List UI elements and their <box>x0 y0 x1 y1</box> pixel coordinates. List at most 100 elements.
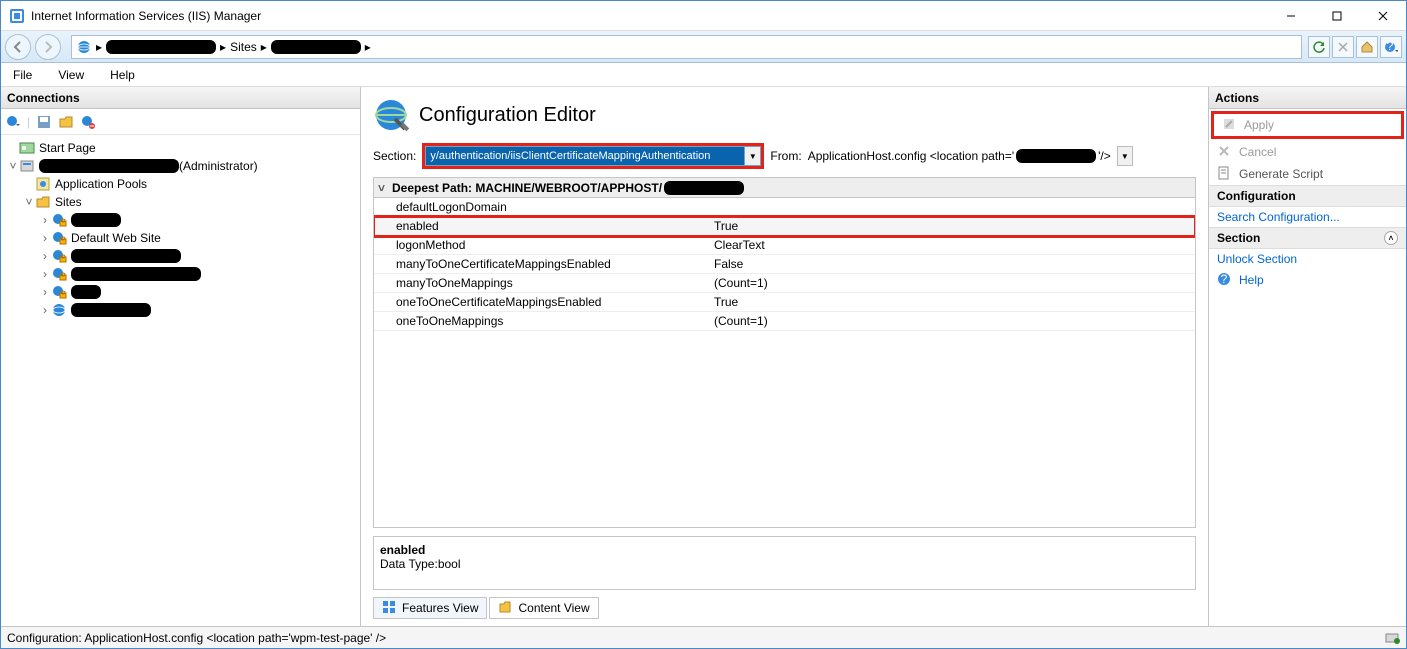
breadcrumb-sites[interactable]: Sites <box>230 40 257 54</box>
property-value[interactable]: ClearText <box>710 238 1195 252</box>
twisty-icon[interactable]: ˅ <box>378 181 392 195</box>
tree-label: Application Pools <box>55 177 147 191</box>
tree-site-redacted <box>71 285 101 299</box>
twisty-icon[interactable]: › <box>39 213 51 227</box>
property-value[interactable]: False <box>710 257 1195 271</box>
section-group: Section ˄ <box>1209 227 1406 249</box>
forward-button[interactable] <box>35 34 61 60</box>
twisty-icon[interactable]: › <box>39 249 51 263</box>
from-value-suffix: '/> <box>1098 149 1111 163</box>
home-button[interactable] <box>1356 36 1378 58</box>
chevron-down-icon[interactable]: ▼ <box>1117 146 1133 166</box>
content-panel: Configuration Editor Section: y/authenti… <box>361 87 1208 626</box>
twisty-icon[interactable]: › <box>39 267 51 281</box>
property-value[interactable]: True <box>710 295 1195 309</box>
menu-help[interactable]: Help <box>106 66 139 84</box>
unlock-section-action[interactable]: Unlock Section <box>1209 249 1406 269</box>
globe-lock-icon <box>51 266 67 282</box>
features-icon <box>382 600 398 616</box>
property-row[interactable]: manyToOneCertificateMappingsEnabledFalse <box>374 255 1195 274</box>
back-button[interactable] <box>5 34 31 60</box>
tree-site-item[interactable]: › <box>1 211 360 229</box>
group-label: Section <box>1217 231 1260 245</box>
property-row[interactable]: manyToOneMappings(Count=1) <box>374 274 1195 293</box>
status-icon <box>1384 630 1400 646</box>
property-value[interactable]: True <box>710 219 1195 233</box>
connections-tree[interactable]: Start Page ˅ (Administrator) Application… <box>1 135 360 626</box>
breadcrumb-sep: ▸ <box>261 40 267 54</box>
tree-default-site[interactable]: › Default Web Site <box>1 229 360 247</box>
menu-file[interactable]: File <box>9 66 36 84</box>
app-pools-icon <box>35 176 51 192</box>
property-row[interactable]: defaultLogonDomain <box>374 198 1195 217</box>
twisty-icon[interactable]: › <box>39 285 51 299</box>
connect-icon[interactable] <box>5 114 21 130</box>
tree-start-page[interactable]: Start Page <box>1 139 360 157</box>
content-view-tab[interactable]: Content View <box>489 597 598 619</box>
action-label: Generate Script <box>1239 167 1323 181</box>
twisty-icon[interactable]: › <box>39 303 51 317</box>
property-description: enabled Data Type:bool <box>373 536 1196 590</box>
from-value-redacted <box>1016 149 1096 163</box>
tree-site-item[interactable]: › <box>1 265 360 283</box>
menu-view[interactable]: View <box>54 66 88 84</box>
connections-panel: Connections | Start Page ˅ (Admini <box>1 87 361 626</box>
help-dropdown-button[interactable]: ? <box>1380 36 1402 58</box>
status-text: Configuration: ApplicationHost.config <l… <box>7 631 386 645</box>
property-row[interactable]: enabledTrue <box>374 217 1195 236</box>
open-icon[interactable] <box>58 114 74 130</box>
property-row[interactable]: logonMethodClearText <box>374 236 1195 255</box>
features-view-tab[interactable]: Features View <box>373 597 487 619</box>
save-icon[interactable] <box>36 114 52 130</box>
tree-site-item[interactable]: › <box>1 247 360 265</box>
globe-lock-icon <box>51 230 67 246</box>
configuration-group: Configuration <box>1209 185 1406 207</box>
tab-label: Features View <box>402 601 478 615</box>
section-dropdown[interactable]: y/authentication/iisClientCertificateMap… <box>425 146 745 166</box>
refresh-button[interactable] <box>1308 36 1330 58</box>
property-value[interactable]: (Count=1) <box>710 314 1195 328</box>
tree-sites[interactable]: ˅ Sites <box>1 193 360 211</box>
stop-button[interactable] <box>1332 36 1354 58</box>
script-icon <box>1217 166 1233 182</box>
status-bar: Configuration: ApplicationHost.config <l… <box>1 626 1406 648</box>
maximize-button[interactable] <box>1314 1 1360 31</box>
tree-site-item[interactable]: › <box>1 301 360 319</box>
tree-site-redacted <box>71 303 151 317</box>
breadcrumb-sep: ▸ <box>96 40 102 54</box>
minimize-button[interactable] <box>1268 1 1314 31</box>
cancel-action[interactable]: Cancel <box>1209 141 1406 163</box>
property-row[interactable]: oneToOneCertificateMappingsEnabledTrue <box>374 293 1195 312</box>
nav-bar: ▸ ▸ Sites ▸ ▸ ? <box>1 31 1406 63</box>
property-value[interactable]: (Count=1) <box>710 276 1195 290</box>
actions-panel: Actions Apply Cancel Generate Script Con… <box>1208 87 1406 626</box>
tab-label: Content View <box>518 601 589 615</box>
property-row[interactable]: oneToOneMappings(Count=1) <box>374 312 1195 331</box>
property-name: enabled <box>374 219 710 233</box>
property-name: oneToOneMappings <box>374 314 710 328</box>
property-group-header[interactable]: ˅ Deepest Path: MACHINE/WEBROOT/APPHOST/ <box>374 178 1195 198</box>
address-bar[interactable]: ▸ ▸ Sites ▸ ▸ <box>71 35 1302 59</box>
delete-connection-icon[interactable] <box>80 114 96 130</box>
twisty-icon[interactable]: ˅ <box>23 195 35 209</box>
help-action[interactable]: ? Help <box>1209 269 1406 291</box>
globe-lock-icon <box>51 248 67 264</box>
desc-title: enabled <box>380 543 1189 557</box>
generate-script-action[interactable]: Generate Script <box>1209 163 1406 185</box>
tree-app-pools[interactable]: Application Pools <box>1 175 360 193</box>
apply-action[interactable]: Apply <box>1214 114 1401 136</box>
property-name: logonMethod <box>374 238 710 252</box>
collapse-icon[interactable]: ˄ <box>1384 231 1398 245</box>
property-grid[interactable]: ˅ Deepest Path: MACHINE/WEBROOT/APPHOST/… <box>373 177 1196 528</box>
app-icon <box>9 8 25 24</box>
tree-server[interactable]: ˅ (Administrator) <box>1 157 360 175</box>
chevron-down-icon[interactable]: ▼ <box>745 146 761 166</box>
search-configuration-action[interactable]: Search Configuration... <box>1209 207 1406 227</box>
tree-label: Default Web Site <box>71 231 161 245</box>
twisty-icon[interactable]: › <box>39 231 51 245</box>
tree-site-item[interactable]: › <box>1 283 360 301</box>
globe-lock-icon <box>51 284 67 300</box>
twisty-icon[interactable]: ˅ <box>7 159 19 173</box>
tree-site-redacted <box>71 213 121 227</box>
close-button[interactable] <box>1360 1 1406 31</box>
